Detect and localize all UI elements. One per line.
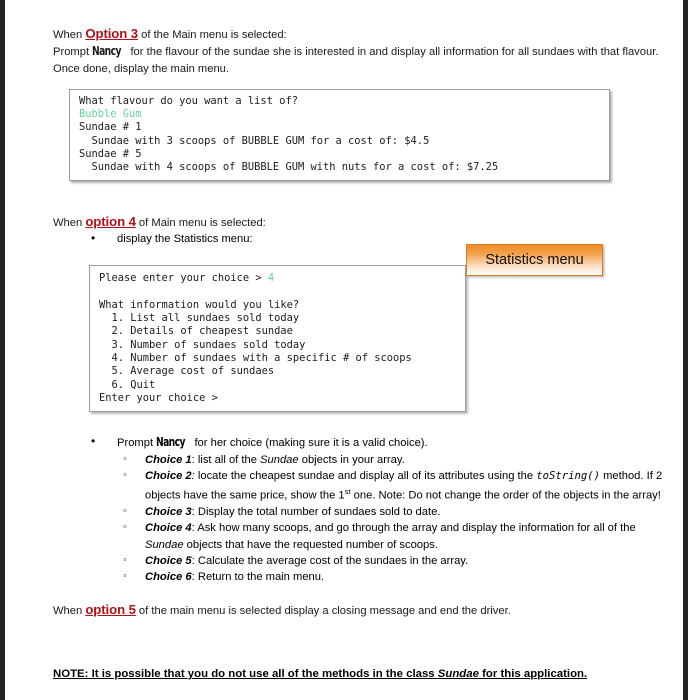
option4-label: option 4 [85, 213, 136, 229]
option3-label: Option 3 [85, 26, 139, 41]
console-flavour-line6: Sundae with 4 scoops of BUBBLE GUM with … [79, 161, 499, 174]
console-flavour-user-input: Bubble Gum [79, 108, 142, 121]
note-text-a: NOTE: It is possible that you do not use… [53, 668, 438, 681]
console-stats-line5: 2. Details of cheapest sundae [99, 325, 293, 338]
person-name-nancy: Nancy [156, 434, 186, 450]
console-stats-prompt: Please enter your choice > [99, 272, 268, 285]
choices-prompt-list: Prompt Nancy for her choice (making sure… [53, 433, 665, 451]
option4-when-prefix: When [53, 216, 86, 229]
list-item: Choice 4: Ask how many scoops, and go th… [53, 519, 665, 553]
option5-heading: When option 5 of the main menu is select… [53, 602, 665, 619]
spacer-after-stats-console [53, 412, 665, 434]
note-paragraph: NOTE: It is possible that you do not use… [53, 666, 665, 682]
document-content: When Option 3 of the Main menu is select… [53, 26, 665, 694]
console-output-flavour-list: What flavour do you want a list of? Bubb… [69, 88, 610, 181]
choice-code: toString() [536, 469, 600, 482]
option3-when-suffix: of the Main menu is selected: [138, 29, 287, 41]
document-page: When Option 3 of the Main menu is select… [5, 0, 683, 700]
choice-name: Choice 5 [145, 555, 192, 568]
choice-name: Choice 4 [145, 522, 192, 535]
choice-text-a: Calculate the average cost of the sundae… [197, 555, 469, 568]
console-stats-line10: Enter your choice > [99, 391, 218, 404]
console-stats-line4: 1. List all sundaes sold today [99, 312, 300, 325]
callout-statistics-menu-label: Statistics menu [485, 252, 584, 269]
console-flavour-line4: Sundae with 3 scoops of BUBBLE GUM for a… [79, 134, 430, 147]
page-edge-left [0, 0, 5, 700]
list-item: Choice 1: list all of the Sundae objects… [53, 451, 665, 468]
choice-name: Choice 3 [145, 506, 192, 519]
page-edge-right [683, 0, 688, 700]
option3-heading: When Option 3 of the Main menu is select… [53, 26, 665, 43]
note-emphasis: Sundae [437, 668, 479, 681]
list-item: Choice 5: Calculate the average cost of … [53, 552, 665, 569]
console-stats-user-input: 4 [267, 272, 275, 285]
option4-when-suffix: of Main menu is selected: [135, 216, 266, 229]
choice-text-a: list all of the [197, 453, 261, 466]
choices-sublist: Choice 1: list all of the Sundae objects… [53, 451, 665, 586]
choice-name: Choice 2 [145, 469, 192, 482]
console-stats-line9: 6. Quit [99, 378, 156, 391]
option3-prompt-prefix: Prompt [53, 46, 93, 59]
spacer-before-note [53, 619, 665, 655]
choice-text-a: Display the total number of sundaes sold… [197, 506, 441, 519]
note-text-b: for this application. [478, 668, 588, 681]
choice-text-a: Ask how many scoops, and go through the … [197, 522, 636, 535]
choices-prompt-prefix: Prompt [117, 437, 157, 450]
option5-when-suffix: of the main menu is selected display a c… [135, 604, 511, 617]
callout-statistics-menu: Statistics menu [466, 244, 603, 277]
console-stats-line3: What information would you like? [99, 298, 300, 311]
person-name-nancy: Nancy [92, 43, 122, 59]
option5-label: option 5 [85, 601, 136, 617]
choice-name: Choice 1 [145, 453, 192, 466]
list-item: Choice 2: locate the cheapest sundae and… [53, 467, 665, 504]
option3-description: Prompt Nancy for the flavour of the sund… [53, 43, 665, 77]
choice-text-a: Return to the main menu. [197, 571, 325, 584]
choice-text-b: objects in your array. [298, 453, 405, 466]
spacer-after-flavour-console [53, 181, 665, 214]
console-stats-line7: 4. Number of sundaes with a specific # o… [99, 352, 412, 365]
spacer-before-option5 [53, 586, 665, 602]
choice-text-a: locate the cheapest sundae and display a… [197, 469, 537, 482]
option4-bullet-text: display the Statistics menu: [117, 232, 253, 245]
option4-heading: When option 4 of Main menu is selected: [53, 214, 665, 231]
list-item: Choice 6: Return to the main menu. [53, 568, 665, 585]
option3-when-prefix: When [53, 29, 86, 41]
option5-when-prefix: When [53, 604, 86, 617]
choice-emphasis: Sundae [145, 538, 184, 551]
console-stats-line8: 5. Average cost of sundaes [99, 365, 275, 378]
statistics-console-wrapper: Statistics menu Please enter your choice… [89, 244, 603, 413]
console-stats-line6: 3. Number of sundaes sold today [99, 338, 306, 351]
option3-prompt-suffix: for the flavour of the sundae she is int… [53, 46, 659, 75]
console-flavour-line3: Sundae # 1 [79, 121, 142, 134]
console-flavour-line5: Sundae # 5 [79, 148, 142, 161]
choice-name: Choice 6 [145, 571, 192, 584]
choice-text-b: objects that have the requested number o… [183, 538, 438, 551]
choices-prompt-suffix: for her choice (making sure it is a vali… [191, 437, 428, 450]
console-flavour-line1: What flavour do you want a list of? [79, 94, 298, 107]
choice-emphasis: Sundae [260, 453, 299, 466]
console-output-statistics-menu: Please enter your choice > 4 What inform… [89, 265, 466, 413]
list-item: Choice 3: Display the total number of su… [53, 503, 665, 520]
list-item: Prompt Nancy for her choice (making sure… [53, 433, 665, 451]
choice-text-c: one. Note: Do not change the order of th… [350, 489, 661, 502]
